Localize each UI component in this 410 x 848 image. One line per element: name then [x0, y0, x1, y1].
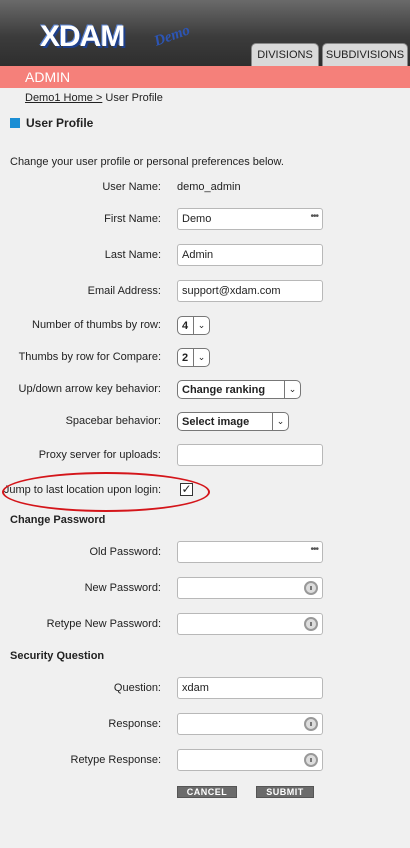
- logo-demo-tag: Demo: [152, 22, 193, 50]
- email-value: support@xdam.com: [182, 285, 281, 297]
- key-icon[interactable]: [304, 581, 318, 595]
- compare-value: 2: [182, 351, 189, 364]
- breadcrumb-current: User Profile: [105, 92, 163, 104]
- spacebar-behavior-select[interactable]: Select image ⌄: [177, 412, 289, 431]
- thumbs-value: 4: [182, 319, 189, 332]
- question-label: Question:: [113, 682, 161, 694]
- first-name-field[interactable]: Demo •••: [177, 208, 323, 230]
- chevron-down-icon: ⌄: [193, 349, 209, 366]
- password-manager-icon[interactable]: •••: [310, 211, 318, 222]
- password-manager-icon[interactable]: •••: [310, 544, 318, 555]
- retype-password-field[interactable]: [177, 613, 323, 635]
- xdam-logo[interactable]: XDAM: [40, 20, 125, 54]
- last-name-field[interactable]: Admin: [177, 244, 323, 266]
- chevron-down-icon: ⌄: [284, 381, 300, 398]
- chevron-down-icon: ⌄: [193, 317, 209, 334]
- question-field[interactable]: xdam: [177, 677, 323, 699]
- arrow-behavior-select[interactable]: Change ranking ⌄: [177, 380, 301, 399]
- last-name-label: Last Name:: [104, 249, 161, 261]
- breadcrumb-home-link[interactable]: Demo1 Home >: [25, 92, 102, 104]
- cancel-button[interactable]: CANCEL: [177, 786, 237, 798]
- thumbs-label: Number of thumbs by row:: [32, 319, 161, 331]
- retype-password-label: Retype New Password:: [46, 618, 161, 630]
- breadcrumb: Demo1 Home > User Profile: [25, 92, 163, 104]
- question-value: xdam: [182, 682, 209, 694]
- username-label: User Name:: [102, 181, 161, 193]
- admin-bar: ADMIN: [0, 66, 410, 88]
- new-password-field[interactable]: [177, 577, 323, 599]
- space-label: Spacebar behavior:: [65, 415, 161, 427]
- submit-button[interactable]: SUBMIT: [256, 786, 314, 798]
- compare-label: Thumbs by row for Compare:: [18, 351, 161, 363]
- old-password-label: Old Password:: [89, 546, 161, 558]
- compare-select[interactable]: 2 ⌄: [177, 348, 210, 367]
- page-title: User Profile: [10, 116, 93, 130]
- key-icon[interactable]: [304, 753, 318, 767]
- old-password-field[interactable]: •••: [177, 541, 323, 563]
- key-icon[interactable]: [304, 717, 318, 731]
- new-password-label: New Password:: [84, 582, 161, 594]
- key-icon[interactable]: [304, 617, 318, 631]
- email-field[interactable]: support@xdam.com: [177, 280, 323, 302]
- proxy-field[interactable]: [177, 444, 323, 466]
- highlight-ellipse: [2, 472, 210, 512]
- proxy-label: Proxy server for uploads:: [38, 449, 161, 461]
- thumbs-select[interactable]: 4 ⌄: [177, 316, 210, 335]
- retype-response-field[interactable]: [177, 749, 323, 771]
- arrow-behavior-value: Change ranking: [182, 383, 266, 396]
- spacebar-behavior-value: Select image: [182, 415, 250, 428]
- last-name-value: Admin: [182, 249, 214, 261]
- retype-response-label: Retype Response:: [70, 754, 162, 766]
- arrow-label: Up/down arrow key behavior:: [18, 383, 161, 395]
- title-square-icon: [10, 118, 20, 128]
- chevron-down-icon: ⌄: [272, 413, 288, 430]
- intro-text: Change your user profile or personal pre…: [10, 156, 284, 168]
- tab-subdivisions[interactable]: SUBDIVISIONS: [322, 43, 408, 66]
- app-header: XDAM Demo DIVISIONS SUBDIVISIONS: [0, 0, 410, 66]
- security-question-heading: Security Question: [10, 650, 105, 662]
- page-title-text: User Profile: [26, 116, 94, 130]
- tab-divisions[interactable]: DIVISIONS: [251, 43, 319, 66]
- response-label: Response:: [108, 718, 161, 730]
- response-field[interactable]: [177, 713, 323, 735]
- first-name-value: Demo: [182, 213, 212, 225]
- username-value: demo_admin: [177, 181, 241, 193]
- first-name-label: First Name:: [104, 213, 161, 225]
- change-password-heading: Change Password: [10, 514, 106, 526]
- email-label: Email Address:: [87, 285, 161, 297]
